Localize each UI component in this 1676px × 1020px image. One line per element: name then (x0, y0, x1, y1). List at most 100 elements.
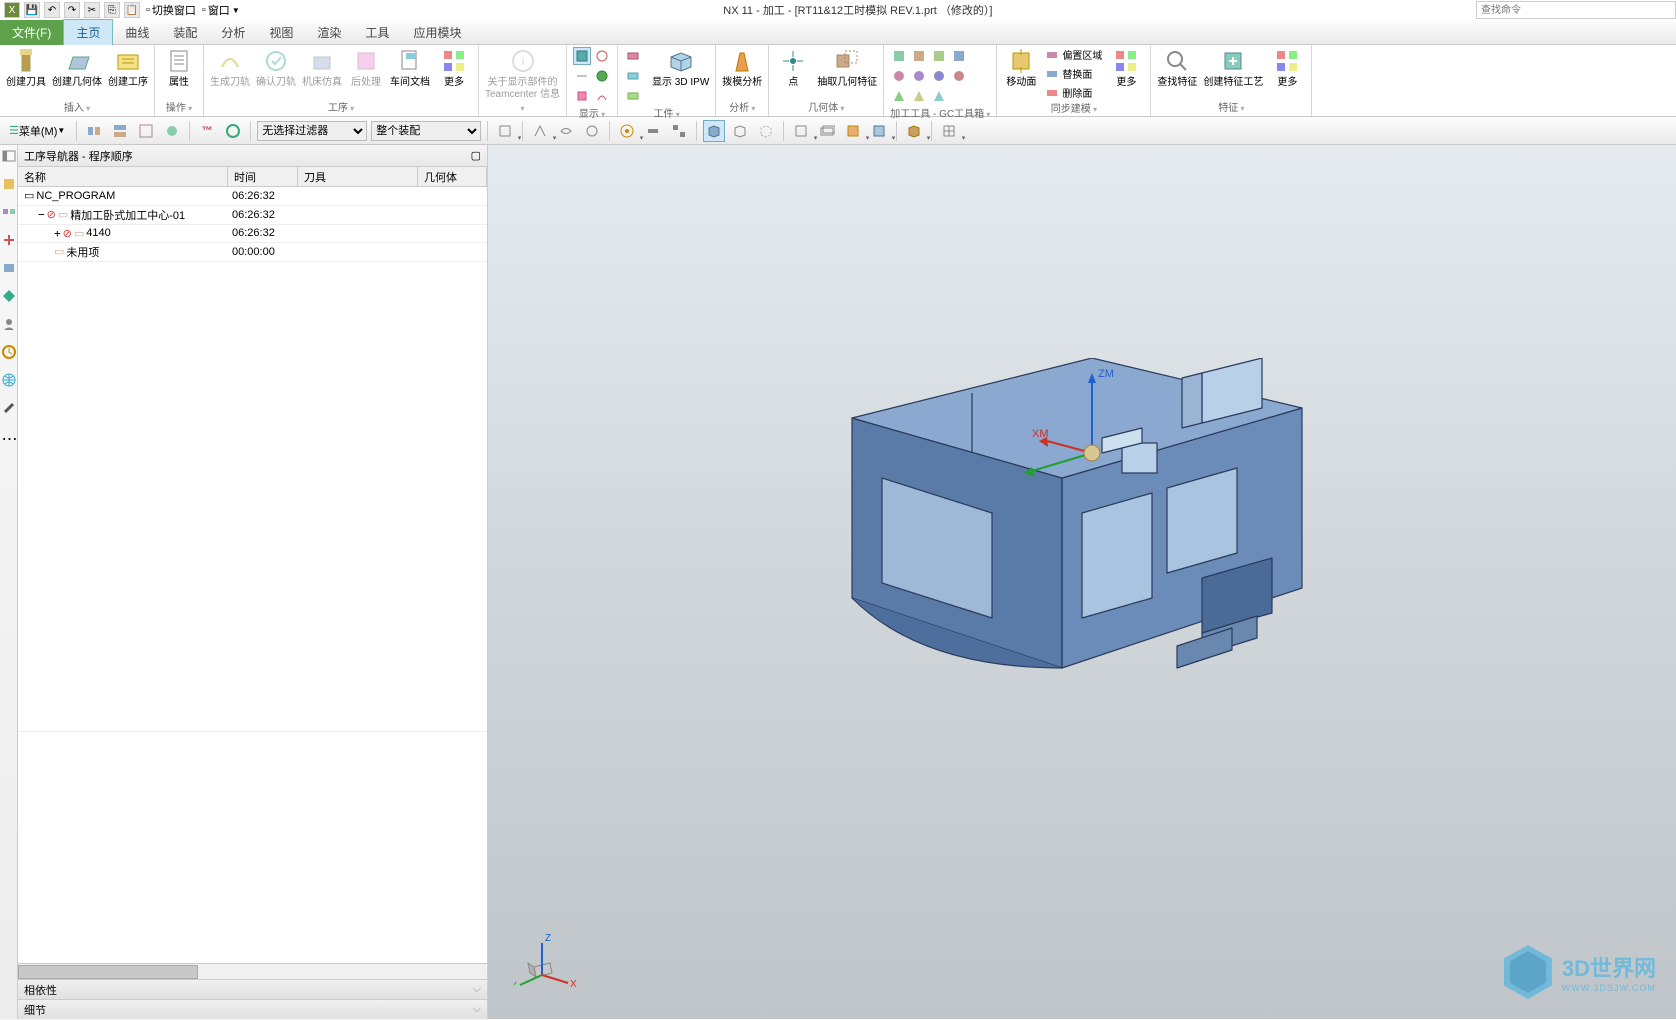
more-strip-icon[interactable]: ⋯ (2, 429, 16, 443)
sel-btn-6[interactable] (642, 120, 664, 142)
3d-viewport[interactable]: ZM XM Z X Y 3D世界网WWW.3DSJW.COM (488, 145, 1676, 1019)
scroll-thumb[interactable] (18, 965, 198, 979)
sel-btn-1[interactable]: ▾ (494, 120, 516, 142)
display-btn-2[interactable] (593, 47, 611, 65)
command-search-input[interactable] (1476, 1, 1676, 19)
display-btn-6[interactable] (593, 87, 611, 105)
undo-icon[interactable]: ↶ (44, 2, 60, 18)
toggle-nav-icon[interactable] (2, 149, 16, 163)
sel-btn-7[interactable] (668, 120, 690, 142)
copy-icon[interactable]: ⎘ (104, 2, 120, 18)
expand-icon[interactable]: − (38, 208, 45, 221)
navview-btn-4[interactable] (161, 120, 183, 142)
tree-row[interactable]: ▭未用项00:00:00 (18, 242, 487, 261)
shopdoc-button[interactable]: 车间文档 (390, 47, 430, 89)
constraint-nav-icon[interactable] (2, 233, 16, 247)
grid-button[interactable]: ▾ (938, 120, 960, 142)
nx-logo-icon[interactable]: X (4, 2, 20, 18)
display-btn-1[interactable] (573, 47, 591, 65)
more-ops-button[interactable]: 更多 (436, 47, 472, 89)
display-btn-3[interactable] (573, 67, 591, 85)
gc-btn-10[interactable] (910, 87, 928, 105)
gc-btn-8[interactable] (950, 67, 968, 85)
tree-row[interactable]: −⊘▭精加工卧式加工中心-0106:26:32 (18, 205, 487, 224)
tab-curve[interactable]: 曲线 (113, 20, 161, 45)
navview-btn-5[interactable]: ™ (196, 120, 218, 142)
generate-toolpath-button[interactable]: 生成刀轨 (210, 47, 250, 89)
history-icon[interactable] (2, 345, 16, 359)
gc-btn-7[interactable] (930, 67, 948, 85)
postprocess-button[interactable]: 后处理 (348, 47, 384, 89)
cut-icon[interactable]: ✂ (84, 2, 100, 18)
machining-nav-icon[interactable] (2, 289, 16, 303)
create-operation-button[interactable]: 创建工序 (108, 47, 148, 89)
delete-face-button[interactable]: 删除面 (1045, 85, 1102, 100)
tab-assembly[interactable]: 装配 (161, 20, 209, 45)
render-wire-button[interactable] (729, 120, 751, 142)
extract-geom-button[interactable]: 抽取几何特征 (817, 47, 877, 89)
gc-btn-1[interactable] (890, 47, 908, 65)
wp-btn-3[interactable] (624, 87, 642, 105)
navigator-tree[interactable]: ▭NC_PROGRAM06:26:32 −⊘▭精加工卧式加工中心-0106:26… (18, 187, 487, 963)
layer-btn-1[interactable]: ▾ (790, 120, 812, 142)
col-tool[interactable]: 刀具 (298, 167, 418, 186)
col-name[interactable]: 名称 (18, 167, 228, 186)
layer-btn-4[interactable]: ▾ (868, 120, 890, 142)
layer-btn-3[interactable]: ▾ (842, 120, 864, 142)
replace-face-button[interactable]: 替换面 (1045, 66, 1102, 81)
navview-btn-1[interactable] (83, 120, 105, 142)
gc-btn-9[interactable] (890, 87, 908, 105)
find-feature-button[interactable]: 查找特征 (1157, 47, 1197, 89)
sel-btn-5[interactable]: ▾ (616, 120, 638, 142)
point-button[interactable]: 点 (775, 47, 811, 89)
col-time[interactable]: 时间 (228, 167, 298, 186)
create-feat-proc-button[interactable]: 创建特征工艺 (1203, 47, 1263, 89)
unpin-icon[interactable]: ▢ (471, 149, 481, 162)
navview-btn-3[interactable] (135, 120, 157, 142)
tool-icon[interactable] (2, 401, 16, 415)
draft-analysis-button[interactable]: 拨模分析 (722, 47, 762, 89)
gc-btn-11[interactable] (930, 87, 948, 105)
navview-btn-6[interactable] (222, 120, 244, 142)
sel-btn-4[interactable] (581, 120, 603, 142)
create-geometry-button[interactable]: 创建几何体 (52, 47, 102, 89)
tree-row[interactable]: ▭NC_PROGRAM06:26:32 (18, 187, 487, 205)
tab-render[interactable]: 渲染 (305, 20, 353, 45)
tree-row[interactable]: +⊘▭414006:26:32 (18, 224, 487, 242)
tab-analysis[interactable]: 分析 (209, 20, 257, 45)
gc-btn-5[interactable] (890, 67, 908, 85)
web-icon[interactable] (2, 373, 16, 387)
reuse-lib-icon[interactable] (2, 261, 16, 275)
machine-sim-button[interactable]: 机床仿真 (302, 47, 342, 89)
view-triad[interactable]: Z X Y (514, 923, 584, 993)
redo-icon[interactable]: ↷ (64, 2, 80, 18)
tab-view[interactable]: 视图 (257, 20, 305, 45)
more-feature-button[interactable]: 更多 (1269, 47, 1305, 89)
file-menu[interactable]: 文件(F) (0, 20, 63, 45)
gc-btn-2[interactable] (910, 47, 928, 65)
display-btn-5[interactable] (573, 87, 591, 105)
render-hidden-button[interactable] (755, 120, 777, 142)
menu-button[interactable]: ☰ 菜单(M) ▼ (4, 120, 70, 142)
layer-btn-2[interactable] (816, 120, 838, 142)
part-nav-icon[interactable] (2, 177, 16, 191)
move-face-button[interactable]: 移动面 (1003, 47, 1039, 89)
sel-btn-2[interactable]: ▾ (529, 120, 551, 142)
navview-btn-2[interactable] (109, 120, 131, 142)
navigator-hscroll[interactable] (18, 963, 487, 979)
properties-button[interactable]: 属性 (161, 47, 197, 89)
expand-icon[interactable]: + (54, 227, 61, 240)
more-sync-button[interactable]: 更多 (1108, 47, 1144, 89)
view-cube-button[interactable]: ▾ (903, 120, 925, 142)
tab-tools[interactable]: 工具 (353, 20, 401, 45)
wp-btn-2[interactable] (624, 67, 642, 85)
show-3d-ipw-button[interactable]: 显示 3D IPW (652, 47, 709, 89)
teamcenter-info-button[interactable]: i关于显示部件的 Teamcenter 信息 (485, 47, 560, 101)
create-tool-button[interactable]: 创建刀具 (6, 47, 46, 89)
verify-toolpath-button[interactable]: 确认刀轨 (256, 47, 296, 89)
gc-btn-6[interactable] (910, 67, 928, 85)
paste-icon[interactable]: 📋 (124, 2, 140, 18)
tab-home[interactable]: 主页 (63, 19, 113, 45)
display-btn-4[interactable] (593, 67, 611, 85)
tab-application[interactable]: 应用模块 (401, 20, 473, 45)
